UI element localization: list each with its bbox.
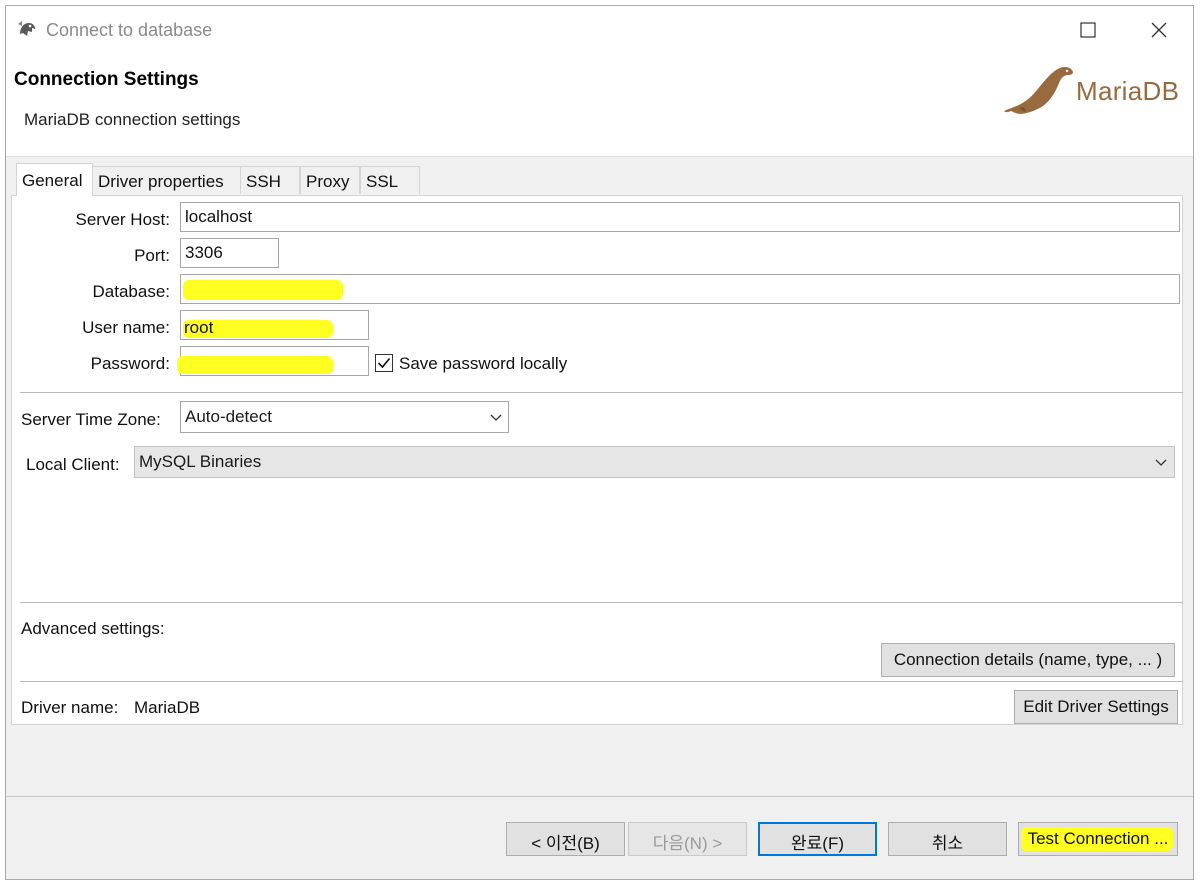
local-client-label: Local Client: [26,455,120,474]
separator [20,602,1183,603]
page-subtitle: MariaDB connection settings [24,110,241,129]
connect-dialog: Connect to database Connection Settings … [5,5,1194,880]
advanced-settings-label: Advanced settings: [21,619,165,638]
database-label: Database: [92,282,171,301]
separator [20,392,1183,393]
back-button[interactable]: < 이전(B) [506,822,625,856]
window-title: Connect to database [46,20,213,40]
wizard-header: Connection Settings MariaDB connection s… [6,54,1193,157]
driver-name-value: MariaDB [134,698,201,717]
tab-proxy[interactable]: Proxy [300,166,360,194]
local-client-select[interactable]: MySQL Binaries [134,446,1175,478]
chevron-down-icon [1155,459,1167,466]
user-name-value: root [184,318,214,337]
save-password-label: Save password locally [399,354,568,373]
close-icon[interactable] [1147,18,1171,42]
server-host-label: Server Host: [75,210,170,229]
test-connection-button[interactable]: Test Connection ... [1018,822,1178,856]
tab-ssl[interactable]: SSL [360,166,420,194]
port-label: Port: [134,246,170,265]
port-input[interactable] [180,238,279,268]
server-host-input[interactable] [180,202,1180,232]
title-bar: Connect to database [6,6,1193,54]
server-time-zone-value: Auto-detect [185,407,272,426]
database-highlight [183,280,343,300]
server-time-zone-select[interactable]: Auto-detect [180,401,509,433]
cancel-button[interactable]: 취소 [888,822,1007,856]
mariadb-logo: MariaDB [1001,54,1193,124]
maximize-icon[interactable] [1076,18,1100,42]
sea-lion-icon [1004,67,1073,114]
chevron-down-icon [490,414,502,421]
driver-name-label: Driver name: [21,698,119,717]
test-connection-label: Test Connection ... [1027,829,1169,848]
logo-text: MariaDB [1076,76,1180,106]
server-time-zone-label: Server Time Zone: [21,410,161,429]
footer-separator [6,796,1193,797]
next-button[interactable]: 다음(N) > [628,822,747,856]
password-label: Password: [90,354,170,373]
edit-driver-settings-button[interactable]: Edit Driver Settings [1014,690,1178,724]
dbeaver-icon [18,21,35,36]
finish-button[interactable]: 완료(F) [758,822,877,856]
user-name-label: User name: [82,318,170,337]
connection-details-button[interactable]: Connection details (name, type, ... ) [881,643,1175,677]
tab-ssh[interactable]: SSH [240,166,300,194]
local-client-value: MySQL Binaries [139,452,262,471]
save-password-checkbox[interactable] [375,354,393,372]
page-title: Connection Settings [14,69,199,90]
tab-driver-properties[interactable]: Driver properties [92,166,241,194]
password-highlight [177,356,333,374]
tab-general[interactable]: General [16,163,93,196]
separator [20,681,1183,682]
checkmark-icon [377,357,391,369]
general-panel: Server Host: Port: Database: User name: … [11,195,1183,725]
